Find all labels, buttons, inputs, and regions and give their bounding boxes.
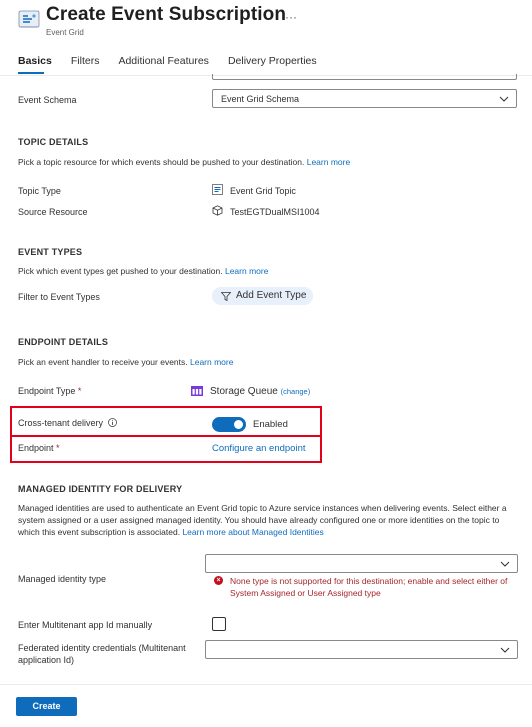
configure-endpoint-link[interactable]: Configure an endpoint xyxy=(212,443,306,454)
add-event-type-button[interactable]: Add Event Type xyxy=(212,287,313,305)
event-types-learn-more-link[interactable]: Learn more xyxy=(225,266,268,276)
tab-delivery-properties[interactable]: Delivery Properties xyxy=(228,55,317,67)
cube-icon xyxy=(212,205,223,218)
tab-basics[interactable]: Basics xyxy=(18,55,52,67)
cross-tenant-label: Cross-tenant delivery xyxy=(18,418,117,428)
event-types-description: Pick which event types get pushed to you… xyxy=(18,266,269,276)
chevron-down-icon xyxy=(499,96,509,102)
event-schema-value: Event Grid Schema xyxy=(221,94,300,104)
create-button[interactable]: Create xyxy=(16,697,77,716)
page-title: Create Event Subscription xyxy=(46,4,287,25)
scrolled-input-field[interactable] xyxy=(212,74,517,80)
federated-credentials-dropdown[interactable] xyxy=(205,640,518,659)
source-resource-label: Source Resource xyxy=(18,207,88,217)
multitenant-label: Enter Multitenant app Id manually xyxy=(18,620,153,630)
topic-learn-more-link[interactable]: Learn more xyxy=(307,157,350,167)
topic-type-icon xyxy=(212,184,223,197)
error-icon: × xyxy=(214,576,223,585)
managed-identity-error-text: None type is not supported for this dest… xyxy=(230,576,508,598)
page-subtitle: Event Grid xyxy=(46,28,84,37)
event-types-title: EVENT TYPES xyxy=(18,247,83,257)
endpoint-details-title: ENDPOINT DETAILS xyxy=(18,337,109,347)
federated-credentials-label: Federated identity credentials (Multiten… xyxy=(18,643,186,665)
topic-details-description: Pick a topic resource for which events s… xyxy=(18,157,351,167)
cross-tenant-toggle[interactable] xyxy=(212,417,246,432)
topic-type-value: Event Grid Topic xyxy=(230,186,296,196)
managed-identity-type-dropdown[interactable] xyxy=(205,554,518,573)
filter-event-types-label: Filter to Event Types xyxy=(18,292,100,302)
chevron-down-icon xyxy=(500,647,510,653)
chevron-down-icon xyxy=(500,561,510,567)
topic-type-label: Topic Type xyxy=(18,186,61,196)
tab-filters[interactable]: Filters xyxy=(71,55,100,67)
required-marker: * xyxy=(56,443,60,453)
filter-icon xyxy=(221,292,231,301)
event-grid-icon xyxy=(18,8,40,30)
toggle-knob xyxy=(234,420,243,429)
endpoint-learn-more-link[interactable]: Learn more xyxy=(190,357,233,367)
endpoint-type-label: Endpoint Type * xyxy=(18,386,82,396)
change-endpoint-link[interactable]: (change) xyxy=(281,387,311,396)
add-event-type-label: Add Event Type xyxy=(236,290,307,301)
footer-divider xyxy=(0,684,532,685)
more-options-icon[interactable]: ··· xyxy=(285,10,297,24)
highlight-divider xyxy=(12,435,320,437)
endpoint-details-description: Pick an event handler to receive your ev… xyxy=(18,357,234,367)
topic-details-title: TOPIC DETAILS xyxy=(18,137,89,147)
required-marker: * xyxy=(77,386,82,396)
managed-identities-learn-more-link[interactable]: Learn more about Managed Identities xyxy=(182,527,323,537)
endpoint-label: Endpoint * xyxy=(18,443,60,453)
multitenant-checkbox[interactable] xyxy=(212,617,226,631)
storage-queue-icon xyxy=(191,386,203,398)
managed-identity-type-label: Managed identity type xyxy=(18,574,107,584)
cross-tenant-state: Enabled xyxy=(253,419,288,430)
event-schema-label: Event Schema xyxy=(18,95,77,105)
managed-identity-description: Managed identities are used to authentic… xyxy=(18,503,507,537)
tab-bar: Basics Filters Additional Features Deliv… xyxy=(18,55,336,67)
tab-additional-features[interactable]: Additional Features xyxy=(118,55,208,67)
endpoint-type-value: Storage Queue (change) xyxy=(210,386,311,397)
active-tab-indicator xyxy=(18,72,44,74)
source-resource-value: TestEGTDualMSI1004 xyxy=(230,207,320,217)
event-schema-dropdown[interactable]: Event Grid Schema xyxy=(212,89,517,108)
info-icon[interactable] xyxy=(107,418,117,427)
managed-identity-title: MANAGED IDENTITY FOR DELIVERY xyxy=(18,484,183,494)
